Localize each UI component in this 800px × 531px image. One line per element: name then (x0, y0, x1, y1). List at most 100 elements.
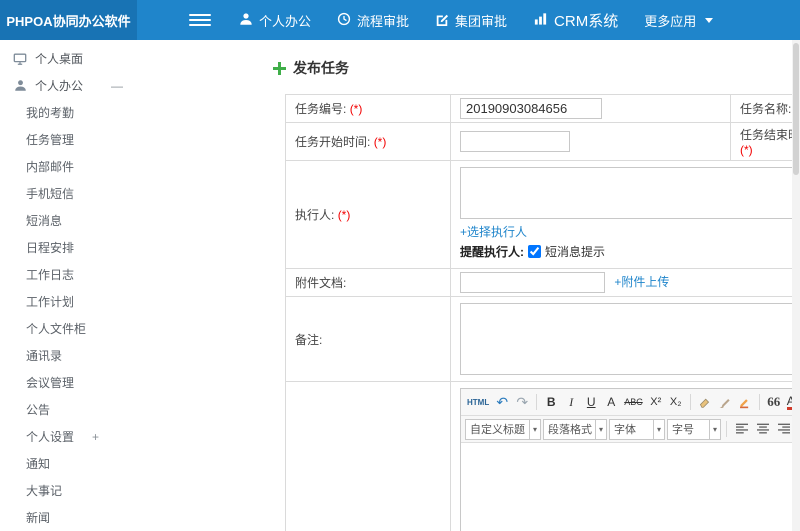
sidebar-item-work-log[interactable]: 工作日志 (0, 261, 137, 288)
eraser-icon[interactable] (696, 392, 714, 412)
sidebar-item-file-cabinet[interactable]: 个人文件柜 (0, 315, 137, 342)
table-row: 备注: (285, 296, 800, 382)
superscript-button[interactable]: X² (647, 392, 665, 412)
sidebar-item-label: 手机短信 (26, 187, 75, 201)
sidebar-item-desktop[interactable]: 个人桌面 (0, 45, 137, 72)
scrollbar-thumb[interactable] (793, 43, 799, 175)
underline-button[interactable]: U (582, 392, 600, 412)
font-size-dropdown[interactable]: 字号 ▾ (667, 418, 721, 440)
sidebar-item-announcement[interactable]: 公告 (0, 396, 137, 423)
nav-workflow-approval[interactable]: 流程审批 (337, 11, 409, 30)
nav-more-apps[interactable]: 更多应用 (644, 11, 714, 30)
sidebar-item-label: 通知 (26, 457, 51, 471)
sidebar-item-schedule[interactable]: 日程安排 (0, 234, 137, 261)
blockquote-button[interactable]: 66 (765, 392, 783, 412)
table-row: 任务描述: (*) HTML ↶ ↷ B I U (285, 381, 800, 531)
task-description-label: 任务描述: (*) (285, 381, 451, 531)
remark-textarea[interactable] (460, 303, 800, 375)
attachment-upload-link[interactable]: +附件上传 (614, 275, 669, 289)
nav-crm-system[interactable]: CRM系统 (533, 10, 618, 31)
sidebar-item-label: 我的考勤 (26, 106, 75, 120)
sidebar-item-events[interactable]: 大事记 (0, 477, 137, 504)
editor-toolbar-row2: 自定义标题 ▾ 段落格式 ▾ 字体 ▾ 字号 ▾ (461, 416, 800, 443)
nav-personal-office[interactable]: 个人办公 (239, 11, 311, 30)
chevron-down-icon: ▾ (652, 419, 664, 439)
chevron-down-icon: ▾ (528, 419, 540, 439)
sidebar-item-task-management[interactable]: 任务管理 (0, 126, 137, 153)
start-time-input[interactable] (460, 131, 570, 152)
italic-button[interactable]: I (562, 392, 580, 412)
custom-title-dropdown[interactable]: 自定义标题 ▾ (465, 418, 541, 440)
sidebar-item-label: 大事记 (26, 484, 63, 498)
sms-remind-checkbox[interactable] (528, 245, 541, 258)
toolbar-separator (726, 421, 727, 437)
html-source-button[interactable]: HTML (465, 392, 491, 412)
sidebar-item-short-message[interactable]: 短消息 (0, 207, 137, 234)
vertical-scrollbar[interactable] (792, 40, 800, 531)
person-icon (239, 12, 253, 29)
subscript-button[interactable]: X₂ (667, 392, 685, 412)
menu-toggle-icon[interactable] (189, 0, 211, 40)
sidebar-item-attendance[interactable]: 我的考勤 (0, 99, 137, 126)
sidebar-item-label: 个人设置 (26, 430, 75, 444)
undo-icon[interactable]: ↶ (493, 392, 511, 412)
task-number-label: 任务编号: (*) (285, 94, 451, 123)
sidebar-item-label: 工作计划 (26, 295, 75, 309)
font-button[interactable]: A (602, 392, 620, 412)
sidebar-item-news[interactable]: 新闻 (0, 504, 137, 531)
nav-label: 个人办公 (259, 13, 312, 29)
expand-indicator[interactable]: + (92, 430, 99, 444)
align-center-icon[interactable] (753, 420, 772, 439)
sidebar-item-personal-settings[interactable]: 个人设置 + (0, 423, 137, 450)
attachment-input[interactable] (460, 272, 605, 293)
sidebar-item-label: 公告 (26, 403, 51, 417)
highlight-pen-icon[interactable] (736, 392, 754, 412)
edit-square-icon (435, 12, 449, 29)
choose-executor-link[interactable]: +选择执行人 (460, 225, 527, 239)
editor-content-area[interactable] (461, 443, 800, 531)
plus-icon (273, 61, 286, 75)
remark-label: 备注: (285, 296, 451, 382)
executor-textarea[interactable] (460, 167, 800, 219)
bar-chart-icon (533, 11, 548, 30)
executor-label: 执行人: (*) (285, 160, 451, 269)
sidebar-item-meeting[interactable]: 会议管理 (0, 369, 137, 396)
sidebar-item-contacts[interactable]: 通讯录 (0, 342, 137, 369)
sidebar-item-label: 内部邮件 (26, 160, 75, 174)
sms-remind-text: 短消息提示 (545, 245, 606, 259)
redo-icon[interactable]: ↷ (513, 392, 531, 412)
font-family-dropdown[interactable]: 字体 ▾ (609, 418, 665, 440)
sidebar-item-notification[interactable]: 通知 (0, 450, 137, 477)
sidebar-item-sms[interactable]: 手机短信 (0, 180, 137, 207)
sidebar-item-internal-mail[interactable]: 内部邮件 (0, 153, 137, 180)
bold-button[interactable]: B (542, 392, 560, 412)
table-row: 执行人: (*) +选择执行人 提醒执行人: 短消息提示 (285, 160, 800, 269)
format-brush-icon[interactable] (716, 392, 734, 412)
sidebar-item-label: 会议管理 (26, 376, 75, 390)
sidebar-item-label: 任务管理 (26, 133, 75, 147)
publish-task-form: 任务编号: (*) 任务名称: (*) 任务开始时间: (*) (285, 94, 800, 531)
page-title-text: 发布任务 (293, 60, 349, 76)
toolbar-separator (536, 394, 538, 410)
desktop-icon (12, 51, 28, 67)
paragraph-format-dropdown[interactable]: 段落格式 ▾ (543, 418, 607, 440)
sidebar-item-work-plan[interactable]: 工作计划 (0, 288, 137, 315)
strikethrough-button[interactable]: ABC (622, 392, 645, 412)
align-right-icon[interactable] (774, 420, 793, 439)
sidebar-group-personal-office[interactable]: 个人办公 — (0, 72, 137, 99)
editor-toolbar-row1: HTML ↶ ↷ B I U A ABC X² X₂ 66 A (461, 389, 800, 416)
task-number-input[interactable] (460, 98, 602, 119)
end-time-label: 任务结束时间: (*) (730, 122, 800, 161)
attachment-label: 附件文档: (285, 268, 451, 297)
table-row: 附件文档: +附件上传 (285, 268, 800, 297)
sidebar-item-label: 个人文件柜 (26, 322, 87, 336)
align-left-icon[interactable] (732, 420, 751, 439)
sidebar-item-label: 短消息 (26, 214, 63, 228)
sidebar-item-label: 个人桌面 (35, 52, 84, 66)
toolbar-separator (689, 394, 691, 410)
person-icon (12, 78, 28, 94)
nav-group-approval[interactable]: 集团审批 (435, 11, 507, 30)
task-name-label: 任务名称: (*) (730, 94, 800, 123)
rich-text-editor: HTML ↶ ↷ B I U A ABC X² X₂ 66 A 自定义标题 ▾ … (460, 388, 800, 531)
collapse-indicator[interactable]: — (111, 79, 123, 93)
